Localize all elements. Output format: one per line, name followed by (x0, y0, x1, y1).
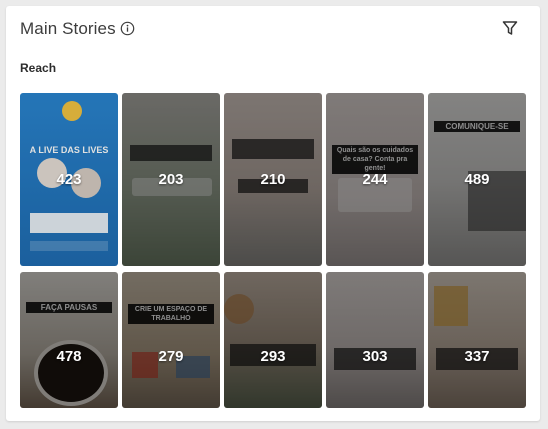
story-tile[interactable]: 303 (326, 272, 424, 408)
story-overlay (224, 272, 322, 408)
story-reach: 293 (260, 348, 286, 365)
story-reach: 303 (362, 348, 388, 365)
story-reach: 279 (158, 348, 184, 365)
story-reach: 478 (56, 348, 82, 365)
story-overlay (428, 272, 526, 408)
info-icon[interactable] (120, 21, 135, 36)
filter-icon[interactable] (501, 19, 519, 37)
story-reach: 337 (464, 348, 490, 365)
card-title: Main Stories (20, 19, 116, 38)
story-overlay (326, 272, 424, 408)
story-tile[interactable]: Quais são os cuidados de casa? Conta pra… (326, 93, 424, 266)
story-tile[interactable]: FAÇA PAUSAS 478 (20, 272, 118, 408)
main-stories-card: Main Stories Reach A LIVE DAS LIVES 423 (6, 6, 540, 421)
story-tile[interactable]: COMUNIQUE-SE 489 (428, 93, 526, 266)
story-reach: 244 (362, 171, 388, 188)
story-reach: 203 (158, 171, 184, 188)
story-tile[interactable]: 337 (428, 272, 526, 408)
story-overlay (122, 272, 220, 408)
story-reach: 489 (464, 171, 490, 188)
story-tile[interactable]: 203 (122, 93, 220, 266)
story-tile[interactable]: 293 (224, 272, 322, 408)
story-tile[interactable]: A LIVE DAS LIVES 423 (20, 93, 118, 266)
stories-grid: A LIVE DAS LIVES 423 203 210 Quais são o… (20, 93, 528, 408)
story-reach: 423 (56, 171, 82, 188)
story-reach: 210 (260, 171, 286, 188)
story-tile[interactable]: CRIE UM ESPAÇO DE TRABALHO 279 (122, 272, 220, 408)
metric-label: Reach (20, 61, 57, 75)
story-tile[interactable]: 210 (224, 93, 322, 266)
story-overlay (20, 272, 118, 408)
